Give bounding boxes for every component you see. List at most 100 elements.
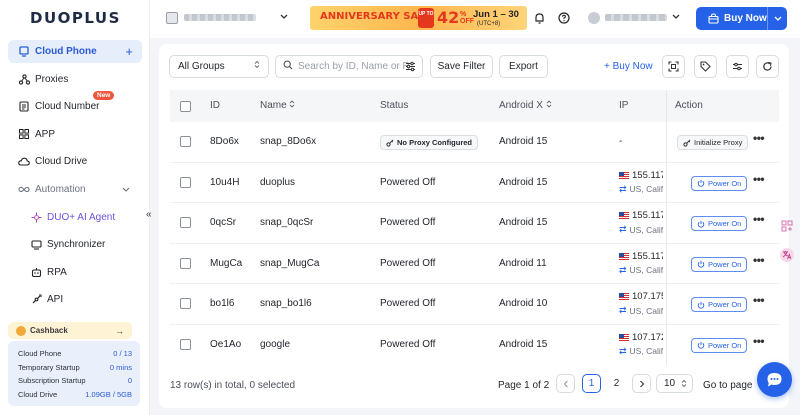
automation-label: Automation bbox=[35, 184, 86, 195]
row-checkbox[interactable] bbox=[180, 136, 191, 147]
chat-support-button[interactable] bbox=[757, 362, 792, 397]
quota-label: Temporary Startup bbox=[18, 362, 80, 372]
cell-name[interactable]: snap_0qcSr bbox=[260, 217, 313, 228]
goto-page-label[interactable]: Go to page bbox=[703, 380, 752, 391]
row-checkbox[interactable] bbox=[180, 298, 191, 309]
more-icon[interactable]: ••• bbox=[753, 293, 765, 307]
col-android[interactable]: Android X bbox=[499, 100, 552, 111]
table-row[interactable]: MugCa snap_MugCa Powered Off Android 11 … bbox=[170, 243, 779, 284]
cell-name[interactable]: snap_MugCa bbox=[260, 258, 319, 269]
quota-value: 0 bbox=[127, 376, 132, 385]
cell-name[interactable]: duoplus bbox=[260, 177, 295, 188]
col-ip: IP bbox=[619, 100, 629, 111]
more-icon[interactable]: ••• bbox=[753, 172, 765, 186]
chevron-down-icon[interactable] bbox=[280, 11, 288, 22]
table-row[interactable]: 10u4H duoplus Powered Off Android 15 155… bbox=[170, 162, 779, 203]
workspace-name-redacted[interactable] bbox=[184, 14, 256, 21]
sliders-icon[interactable] bbox=[726, 55, 749, 78]
table-row[interactable]: 8Do6x snap_8Do6x No Proxy Configured And… bbox=[170, 122, 779, 163]
cell-status: Powered Off bbox=[380, 338, 436, 350]
sidebar-item-cloud-phone[interactable]: Cloud Phone + bbox=[8, 40, 142, 63]
power-on-button[interactable]: Power On bbox=[691, 175, 748, 191]
quota-row: Cloud Phone 0 / 13 bbox=[18, 347, 132, 361]
swap-icon: ⇄ bbox=[619, 264, 627, 275]
export-button[interactable]: Export bbox=[499, 55, 548, 78]
ip-address: 155.117.8 bbox=[632, 169, 663, 181]
cell-name[interactable]: snap_bo1l6 bbox=[260, 298, 312, 309]
sidebar-item-synchronizer[interactable]: Synchronizer bbox=[8, 233, 142, 256]
page-button-1[interactable]: 1 bbox=[582, 374, 601, 393]
group-select[interactable]: All Groups bbox=[169, 55, 269, 78]
filter-settings-icon[interactable] bbox=[405, 61, 416, 75]
help-icon[interactable] bbox=[557, 11, 571, 25]
arrow-right-icon: → bbox=[115, 325, 124, 336]
sidebar-item-label: DUO+ AI Agent bbox=[47, 211, 116, 223]
chat-icon bbox=[767, 372, 782, 386]
sidebar-item-proxies[interactable]: Proxies bbox=[8, 68, 142, 91]
sidebar-item-rpa[interactable]: RPA bbox=[8, 261, 142, 284]
more-icon[interactable]: ••• bbox=[753, 334, 765, 348]
power-on-button[interactable]: Power On bbox=[691, 216, 748, 231]
power-on-button[interactable]: Power On bbox=[691, 256, 748, 272]
more-icon[interactable]: ••• bbox=[753, 253, 765, 267]
top-bar: ANNIVERSARY SALE UP TO 42 % OFF Jun 1 – 3… bbox=[150, 0, 800, 38]
sidebar-item-app[interactable]: APP bbox=[8, 123, 142, 146]
cashback-button[interactable]: Cashback → bbox=[8, 322, 132, 339]
next-page-button[interactable] bbox=[632, 374, 651, 393]
bell-icon[interactable] bbox=[532, 11, 546, 25]
add-cloud-phone-icon[interactable]: + bbox=[125, 44, 133, 59]
swap-icon: ⇄ bbox=[619, 224, 627, 234]
prev-page-button[interactable] bbox=[556, 374, 575, 393]
sidebar-group-automation[interactable]: Automation bbox=[8, 178, 142, 201]
buy-now-link[interactable]: + Buy Now bbox=[604, 61, 653, 72]
quota-value: 0 / 13 bbox=[113, 349, 132, 358]
cell-name[interactable]: google bbox=[260, 339, 290, 350]
row-checkbox[interactable] bbox=[180, 338, 191, 350]
sidebar-item-label: APP bbox=[35, 128, 56, 140]
group-select-value: All Groups bbox=[178, 61, 225, 72]
cell-status: Powered Off bbox=[380, 176, 436, 188]
more-icon[interactable]: ••• bbox=[753, 131, 765, 145]
row-checkbox[interactable] bbox=[180, 176, 191, 188]
quota-panel: Cloud Phone 0 / 13 Temporary Startup 0 min… bbox=[8, 341, 140, 406]
table-row[interactable]: bo1l6 snap_bo1l6 Powered Off Android 10 … bbox=[170, 284, 779, 325]
sidebar-item-api[interactable]: API bbox=[8, 288, 142, 311]
save-filter-button[interactable]: Save Filter bbox=[430, 55, 493, 78]
page-button-2[interactable]: 2 bbox=[607, 374, 626, 393]
sidebar-item-cloud-number[interactable]: Cloud Number New bbox=[8, 91, 142, 118]
initialize-proxy-button[interactable]: Initialize Proxy bbox=[677, 135, 749, 150]
grid-plus-icon[interactable] bbox=[780, 219, 794, 233]
promo-off: % OFF bbox=[460, 11, 474, 25]
user-name-redacted[interactable] bbox=[605, 14, 667, 21]
cell-ip: 155.117.8 ⇄US, Califo bbox=[619, 251, 663, 276]
refresh-icon[interactable] bbox=[756, 55, 779, 78]
tag-icon[interactable] bbox=[694, 55, 717, 78]
avatar[interactable] bbox=[588, 12, 600, 24]
cell-name[interactable]: snap_8Do6x bbox=[260, 136, 316, 147]
more-icon[interactable]: ••• bbox=[753, 212, 765, 226]
row-checkbox[interactable] bbox=[180, 217, 191, 228]
search-input[interactable]: Search by ID, Name or R bbox=[275, 55, 423, 78]
col-name[interactable]: Name bbox=[260, 100, 295, 111]
chevron-down-icon[interactable] bbox=[672, 11, 680, 22]
new-badge: New bbox=[93, 91, 115, 100]
cashback-label: Cashback bbox=[30, 326, 68, 335]
buy-now-dropdown[interactable] bbox=[768, 14, 787, 23]
select-all-checkbox[interactable] bbox=[180, 101, 191, 112]
collapse-sidebar-icon[interactable]: « bbox=[146, 209, 152, 220]
scan-icon[interactable] bbox=[662, 55, 685, 78]
promo-banner[interactable]: ANNIVERSARY SALE UP TO 42 % OFF Jun 1 – 3… bbox=[310, 6, 527, 30]
page-size-select[interactable]: 10 bbox=[656, 374, 693, 393]
buy-now-main[interactable]: Buy Now bbox=[696, 7, 768, 30]
table-row[interactable]: 0qcSr snap_0qcSr Powered Off Android 15 … bbox=[170, 203, 779, 244]
power-on-button[interactable]: Power On bbox=[691, 337, 748, 353]
duoplus-logo[interactable]: DUOPLUS bbox=[30, 9, 121, 27]
api-icon bbox=[30, 294, 42, 306]
row-checkbox[interactable] bbox=[180, 257, 191, 269]
power-on-button[interactable]: Power On bbox=[691, 297, 748, 312]
translate-icon[interactable] bbox=[780, 248, 794, 262]
sidebar-item-cloud-drive[interactable]: Cloud Drive bbox=[8, 150, 142, 173]
buy-now-button[interactable]: Buy Now bbox=[696, 7, 787, 30]
sidebar-item-ai-agent[interactable]: DUO+ AI Agent bbox=[8, 206, 142, 229]
table-row[interactable]: Oe1Ao google Powered Off Android 15 107.… bbox=[170, 324, 779, 365]
